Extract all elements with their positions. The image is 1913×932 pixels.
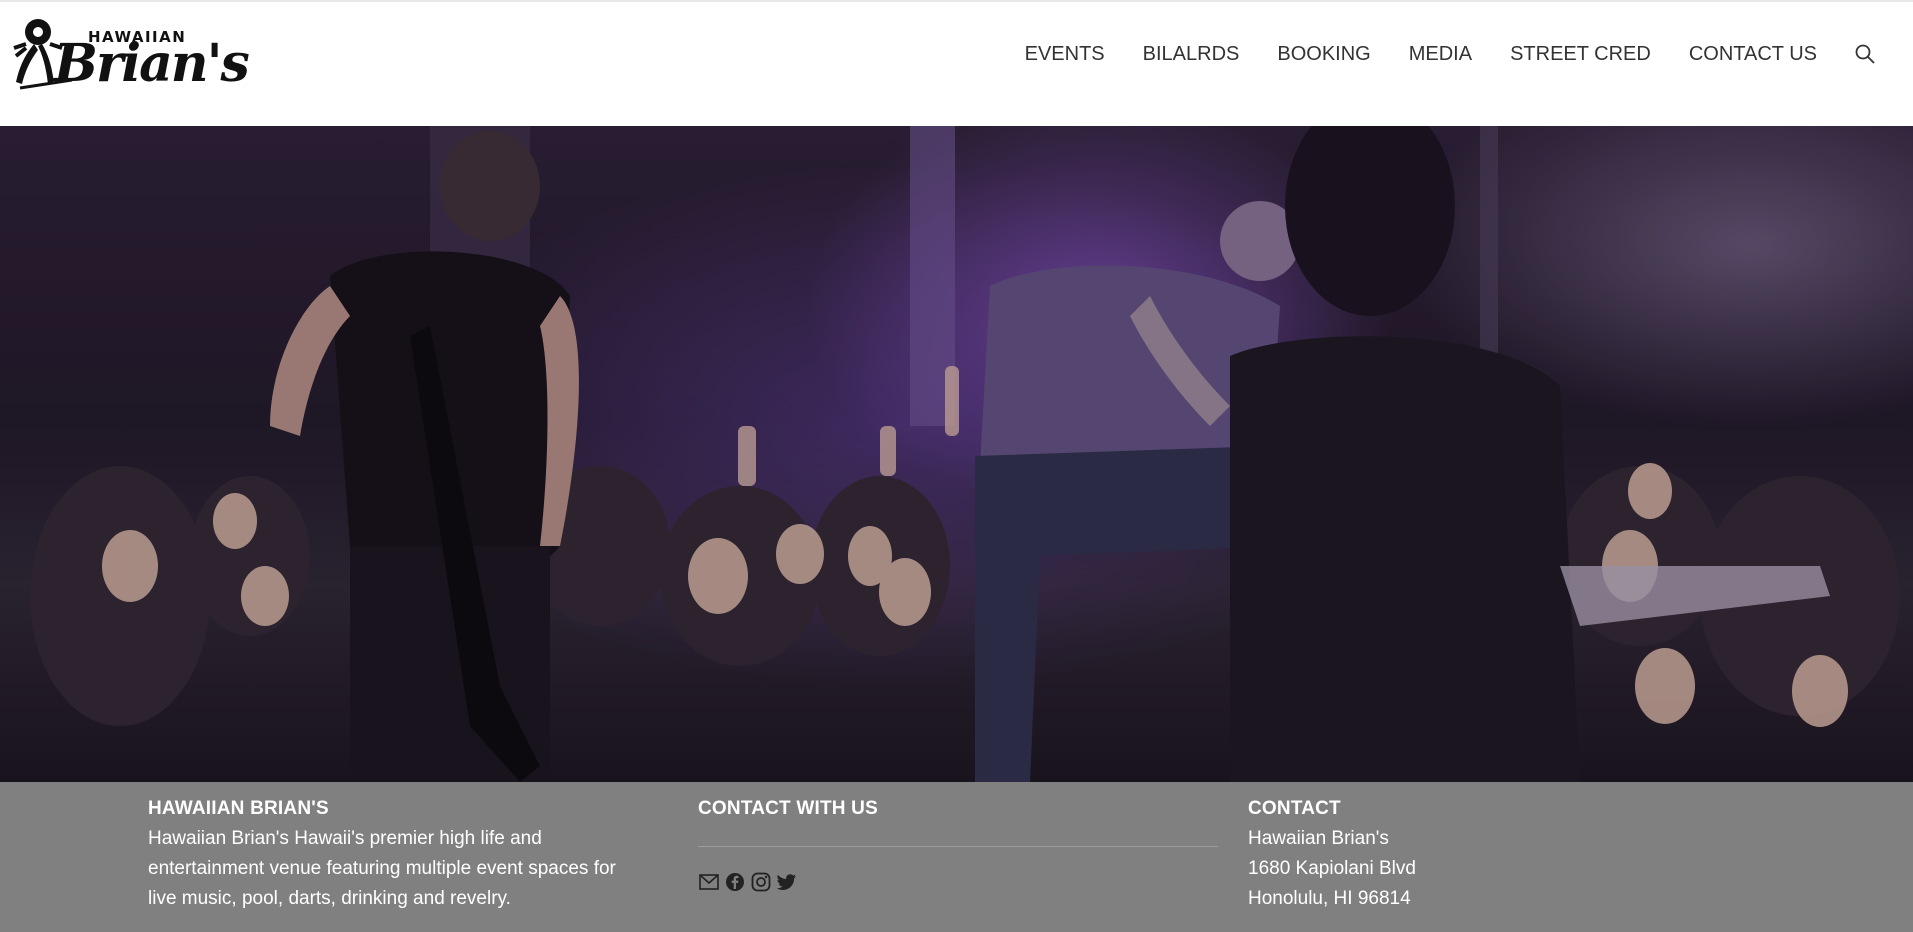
nav-events[interactable]: EVENTS	[1025, 43, 1105, 66]
contact-street: 1680 Kapiolani Blvd	[1248, 858, 1416, 879]
footer-contact-title: CONTACT	[1248, 798, 1341, 819]
twitter-icon	[777, 874, 796, 890]
hero-concert-image	[0, 126, 1913, 782]
footer-about: HAWAIIAN BRIAN'S Hawaiian Brian's Hawaii…	[148, 798, 668, 914]
site-header: HAWAIIAN Brian's EVENTS BILALRDS BOOKING…	[0, 0, 1913, 126]
instagram-link[interactable]	[750, 871, 772, 893]
footer-contact: CONTACT Hawaiian Brian's 1680 Kapiolani …	[1248, 798, 1748, 914]
nav-contact-us[interactable]: CONTACT US	[1689, 43, 1817, 66]
nav-billiards[interactable]: BILALRDS	[1143, 43, 1240, 66]
email-icon	[699, 874, 719, 890]
footer-connect: CONTACT WITH US	[698, 798, 1218, 893]
facebook-icon	[726, 873, 744, 891]
main-nav: EVENTS BILALRDS BOOKING MEDIA STREET CRE…	[1025, 42, 1877, 66]
email-link[interactable]	[698, 871, 720, 893]
footer-about-line: Hawaiian Brian's Hawaii's premier high l…	[148, 828, 542, 849]
footer-connect-title: CONTACT WITH US	[698, 798, 878, 819]
contact-city: Honolulu, HI 96814	[1248, 888, 1411, 909]
facebook-link[interactable]	[724, 871, 746, 893]
site-footer: HAWAIIAN BRIAN'S Hawaiian Brian's Hawaii…	[0, 782, 1913, 932]
footer-divider	[698, 846, 1218, 847]
site-logo[interactable]: HAWAIIAN Brian's	[12, 14, 250, 94]
footer-about-line: entertainment venue featuring multiple e…	[148, 858, 616, 879]
nav-media[interactable]: MEDIA	[1409, 43, 1472, 66]
footer-about-title: HAWAIIAN BRIAN'S	[148, 798, 329, 819]
footer-about-line: live music, pool, darts, drinking and re…	[148, 888, 511, 909]
concert-scene-illustration	[0, 126, 1913, 782]
search-button[interactable]	[1855, 43, 1877, 65]
logo-text-brians: Brian's	[54, 33, 250, 94]
search-icon	[1855, 44, 1875, 64]
contact-venue-name: Hawaiian Brian's	[1248, 828, 1389, 849]
social-links	[698, 871, 1218, 893]
twitter-link[interactable]	[776, 871, 798, 893]
instagram-icon	[751, 872, 771, 892]
nav-booking[interactable]: BOOKING	[1277, 43, 1370, 66]
nav-street-cred[interactable]: STREET CRED	[1510, 43, 1651, 66]
